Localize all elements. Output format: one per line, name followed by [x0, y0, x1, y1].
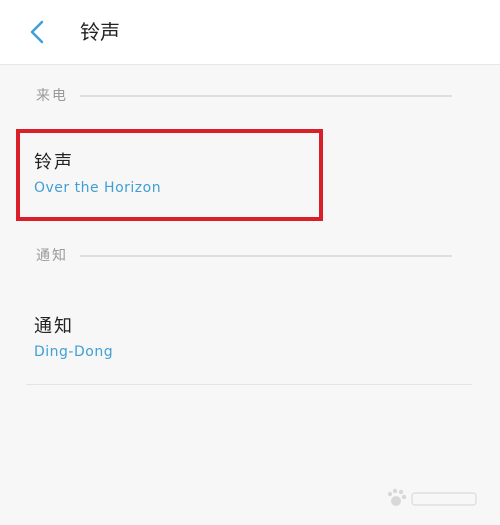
section-label: 来电: [36, 88, 68, 104]
chevron-left-icon: [30, 20, 44, 44]
section-label: 通知: [36, 248, 68, 264]
section-header-notification: 通知: [36, 246, 476, 266]
app-header: 铃声: [0, 0, 500, 65]
setting-item-title: 通知: [34, 316, 74, 337]
page-title: 铃声: [80, 20, 120, 44]
list-divider: [26, 384, 472, 385]
back-button[interactable]: [24, 16, 54, 48]
setting-item-value: Ding-Dong: [34, 344, 114, 360]
section-divider-line: [80, 95, 452, 97]
section-divider-line: [80, 255, 452, 257]
section-header-incoming-call: 来电: [36, 86, 476, 106]
annotation-highlight-box: [16, 129, 323, 221]
baidu-paw-icon: [386, 487, 482, 511]
setting-item-notification[interactable]: 通知 Ding-Dong: [24, 314, 452, 370]
ringtone-settings-screen: 铃声 来电 铃声 Over the Horizon 通知 通知 Ding-Don…: [0, 0, 500, 525]
